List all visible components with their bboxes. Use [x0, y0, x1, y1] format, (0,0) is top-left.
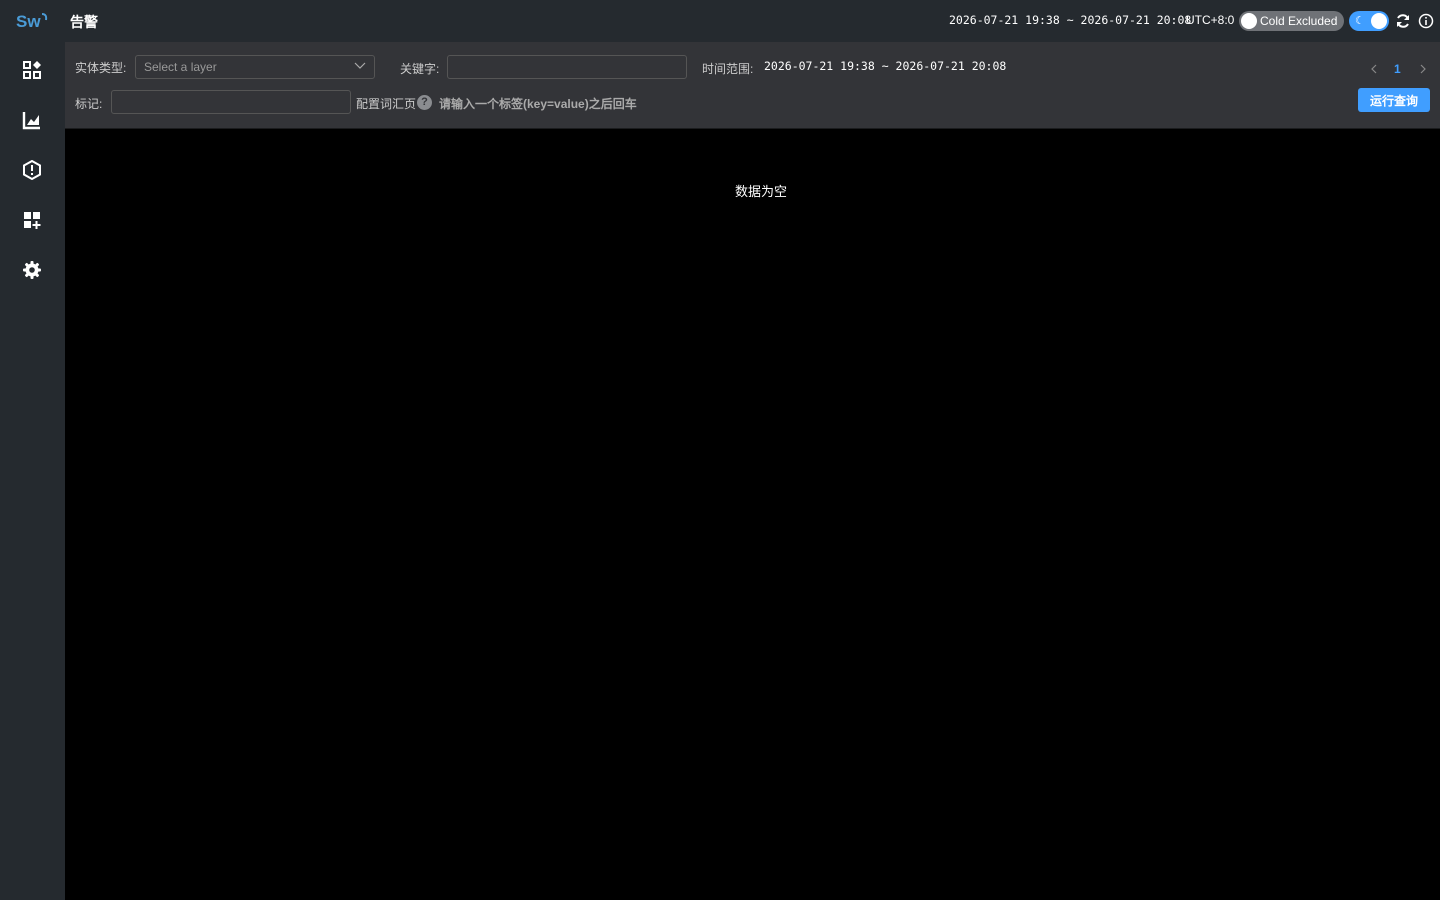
entity-type-select[interactable]: Select a layer	[135, 55, 375, 79]
time-range-value: 2026-07-21 19:38 ~ 2026-07-21 20:08	[764, 59, 1007, 73]
cold-stage-toggle[interactable]: Cold Excluded	[1239, 11, 1344, 31]
help-icon[interactable]: ?	[417, 95, 432, 110]
top-bar: 告警 2026-07-21 19:38 ~ 2026-07-21 20:08 U…	[65, 0, 1440, 42]
info-button[interactable]	[1417, 12, 1435, 30]
refresh-icon	[1397, 14, 1409, 28]
moon-icon: ☾	[1355, 15, 1365, 27]
svg-text:Sw: Sw	[16, 12, 41, 31]
tag-input-tip: 请输入一个标签(key=value)之后回车	[439, 97, 637, 111]
cold-stage-label: Cold Excluded	[1260, 14, 1338, 28]
alert-shield-icon	[23, 160, 41, 180]
pagination-prev[interactable]	[1367, 62, 1381, 76]
pagination-next[interactable]	[1416, 62, 1430, 76]
sidebar-item-settings[interactable]	[20, 258, 44, 282]
refresh-button[interactable]	[1394, 12, 1412, 30]
entity-type-placeholder: Select a layer	[144, 60, 217, 74]
toggle-knob	[1241, 13, 1257, 29]
keyword-label: 关键字:	[400, 62, 440, 76]
chevron-right-icon	[1420, 64, 1426, 74]
page-title: 告警	[70, 14, 98, 30]
gear-icon	[23, 261, 41, 279]
chevron-left-icon	[1371, 64, 1377, 74]
duration-display[interactable]: 2026-07-21 19:38 ~ 2026-07-21 20:08	[949, 13, 1191, 27]
time-range-label: 时间范围:	[702, 62, 754, 76]
entity-type-label: 实体类型:	[75, 61, 127, 75]
chevron-down-icon	[354, 59, 366, 74]
toggle-knob	[1371, 13, 1387, 29]
dashboard-icon	[23, 61, 41, 79]
empty-state-text: 数据为空	[735, 184, 788, 199]
sidebar-item-alerting[interactable]	[20, 158, 44, 182]
pagination-current-page[interactable]: 1	[1394, 62, 1401, 76]
info-icon	[1418, 13, 1434, 29]
run-query-button[interactable]: 运行查询	[1358, 88, 1430, 112]
sidebar-item-marketplace[interactable]	[20, 208, 44, 232]
keyword-input[interactable]	[447, 55, 687, 79]
tag-label: 标记:	[75, 97, 103, 111]
sidebar: Sw	[0, 0, 65, 900]
dark-mode-toggle[interactable]: ☾	[1349, 11, 1389, 31]
vocabulary-link[interactable]: 配置词汇页	[356, 95, 416, 112]
filter-panel: 实体类型: Select a layer 关键字: 时间范围: 2026-07-…	[65, 42, 1440, 129]
timezone-label: UTC+8:0	[1186, 13, 1235, 27]
sidebar-item-dashboard[interactable]	[20, 58, 44, 82]
chart-icon	[22, 112, 40, 130]
skywalking-logo[interactable]: Sw	[16, 10, 50, 32]
sidebar-item-metrics[interactable]	[20, 108, 44, 132]
tag-input[interactable]	[111, 90, 351, 114]
add-widget-icon	[24, 212, 41, 229]
